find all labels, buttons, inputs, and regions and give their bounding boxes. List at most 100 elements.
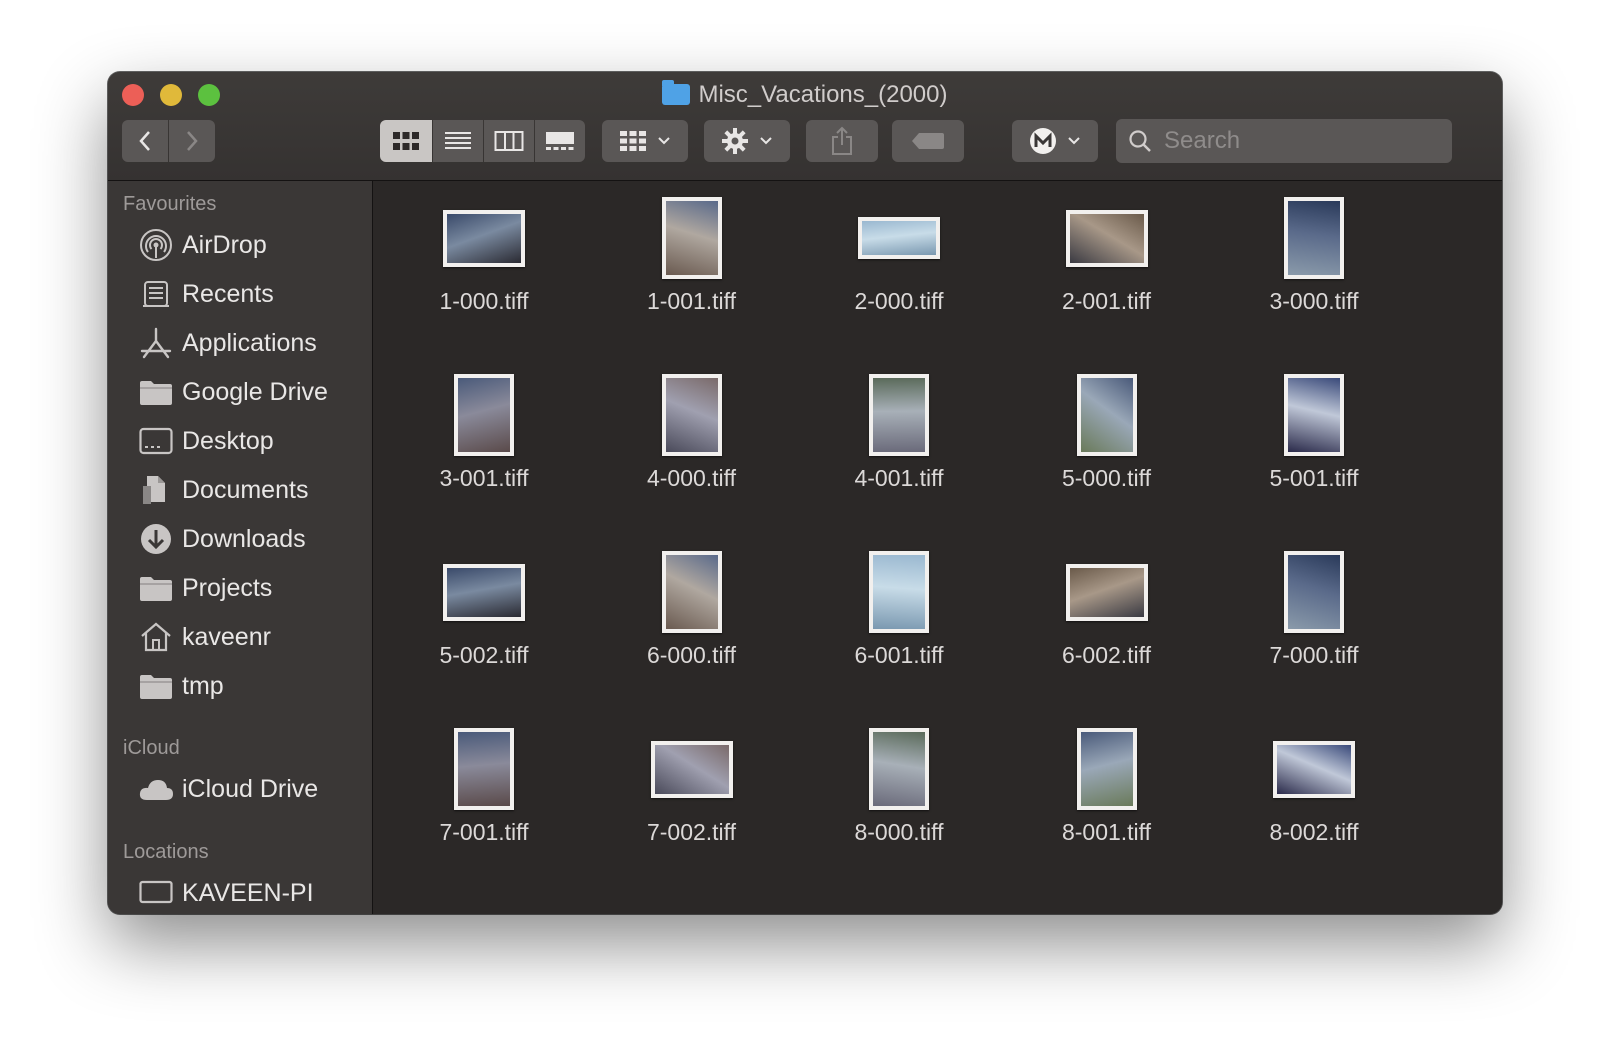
file-name: 7-001.tiff: [439, 819, 529, 845]
search-field[interactable]: [1116, 119, 1452, 163]
sidebar-item-kaveenr[interactable]: kaveenr: [138, 617, 368, 657]
file-item[interactable]: 3-000.tiff: [1214, 188, 1414, 323]
file-item[interactable]: 6-001.tiff: [799, 542, 999, 677]
sidebar-item-tmp[interactable]: tmp: [138, 666, 368, 706]
file-item[interactable]: 8-000.tiff: [799, 719, 999, 854]
chevron-down-icon: [1068, 137, 1080, 145]
file-thumbnail: [443, 209, 525, 267]
sidebar-item-downloads[interactable]: Downloads: [138, 519, 368, 559]
file-name: 2-000.tiff: [854, 288, 944, 314]
downloads-icon: [138, 523, 174, 555]
file-item[interactable]: 5-000.tiff: [1007, 365, 1207, 500]
grid-group-icon: [620, 131, 646, 151]
file-grid: 1-000.tiff 1-001.tiff 2-000.tiff 2-001.tiff…: [373, 181, 1502, 914]
folder-icon: [138, 376, 174, 408]
sidebar-item-icloud-drive[interactable]: iCloud Drive: [138, 769, 368, 809]
folder-icon: [662, 80, 691, 105]
cloud-icon: [138, 773, 174, 805]
file-thumbnail: [661, 374, 722, 456]
file-item[interactable]: 5-002.tiff: [384, 542, 584, 677]
file-item[interactable]: 7-001.tiff: [384, 719, 584, 854]
file-name: 7-000.tiff: [1269, 642, 1359, 668]
column-view-button[interactable]: [484, 120, 534, 162]
icon-view-button[interactable]: [380, 120, 432, 162]
photo-preview: [1080, 378, 1133, 452]
sidebar-item-label: kaveenr: [182, 622, 271, 651]
sidebar-item-label: Documents: [182, 475, 309, 504]
photo-preview: [665, 378, 718, 452]
file-item[interactable]: 7-002.tiff: [592, 719, 792, 854]
file-item[interactable]: 8-001.tiff: [1007, 719, 1207, 854]
file-item[interactable]: 3-001.tiff: [384, 365, 584, 500]
sidebar-item-label: Google Drive: [182, 377, 328, 406]
file-item[interactable]: 6-002.tiff: [1007, 542, 1207, 677]
file-thumbnail: [1076, 374, 1137, 456]
file-name: 5-001.tiff: [1269, 465, 1359, 491]
sidebar-item-label: Applications: [182, 328, 317, 357]
sidebar-item-airdrop[interactable]: AirDrop: [138, 225, 368, 265]
window-title-text: Misc_Vacations_(2000): [698, 81, 948, 108]
sidebar-item-label: AirDrop: [182, 230, 267, 259]
photo-preview: [1069, 213, 1144, 263]
sidebar-item-label: iCloud Drive: [182, 774, 319, 803]
group-by-button[interactable]: [602, 120, 688, 162]
file-thumbnail: [869, 728, 929, 810]
file-name: 6-000.tiff: [646, 642, 737, 668]
file-item[interactable]: 2-001.tiff: [1007, 188, 1207, 323]
back-button[interactable]: [122, 120, 168, 162]
file-thumbnail: [454, 728, 514, 810]
file-item[interactable]: 2-000.tiff: [799, 188, 999, 323]
titlebar: Misc_Vacations_(2000): [108, 72, 1502, 181]
tag-button[interactable]: [892, 120, 964, 162]
gallery-view-icon: [546, 132, 574, 150]
extension-menu-button[interactable]: [1012, 120, 1098, 162]
sidebar-item-desktop[interactable]: Desktop: [138, 421, 368, 461]
sidebar-item-applications[interactable]: Applications: [138, 323, 368, 363]
file-item[interactable]: 6-000.tiff: [592, 542, 792, 677]
file-item[interactable]: 4-000.tiff: [592, 365, 792, 500]
file-item[interactable]: 8-002.tiff: [1214, 719, 1414, 854]
sidebar-item-projects[interactable]: Projects: [138, 568, 368, 608]
file-thumbnail: [1065, 563, 1148, 621]
file-name: 4-001.tiff: [854, 465, 944, 491]
gallery-view-button[interactable]: [535, 120, 585, 162]
share-button[interactable]: [806, 120, 878, 162]
list-view-button[interactable]: [433, 120, 483, 162]
file-thumbnail: [443, 563, 525, 621]
file-item[interactable]: 4-001.tiff: [799, 365, 999, 500]
sidebar-section-favourites: Favourites: [123, 193, 217, 215]
file-name: 2-001.tiff: [1061, 288, 1152, 314]
file-thumbnail: [650, 740, 733, 798]
search-input[interactable]: [1162, 126, 1436, 156]
sidebar-item-documents[interactable]: Documents: [138, 470, 368, 510]
file-item[interactable]: 5-001.tiff: [1214, 365, 1414, 500]
file-name: 8-000.tiff: [854, 819, 944, 845]
airdrop-icon: [138, 229, 174, 261]
photo-preview: [873, 378, 925, 452]
sidebar-item-label: Downloads: [182, 524, 306, 553]
photo-preview: [1288, 555, 1340, 629]
photo-preview: [1288, 378, 1340, 452]
file-item[interactable]: 1-000.tiff: [384, 188, 584, 323]
forward-button[interactable]: [169, 120, 215, 162]
file-thumbnail: [1065, 209, 1148, 267]
sidebar-item-label: tmp: [182, 671, 224, 700]
chevron-down-icon: [658, 137, 670, 145]
file-thumbnail: [869, 551, 929, 633]
photo-preview: [1277, 744, 1351, 794]
file-thumbnail: [858, 217, 940, 259]
file-item[interactable]: 7-000.tiff: [1214, 542, 1414, 677]
sidebar-item-google-drive[interactable]: Google Drive: [138, 372, 368, 412]
file-name: 4-000.tiff: [646, 465, 737, 491]
photo-preview: [458, 378, 510, 452]
sidebar-item-recents[interactable]: Recents: [138, 274, 368, 314]
photo-preview: [458, 732, 510, 806]
file-name: 1-000.tiff: [439, 288, 529, 314]
file-name: 8-002.tiff: [1269, 819, 1359, 845]
file-item[interactable]: 1-001.tiff: [592, 188, 792, 323]
photo-preview: [665, 201, 718, 275]
photo-preview: [862, 221, 936, 255]
chevron-down-icon: [760, 137, 772, 145]
action-menu-button[interactable]: [704, 120, 790, 162]
sidebar-item-kaveen-pi[interactable]: KAVEEN-PI: [138, 873, 368, 913]
